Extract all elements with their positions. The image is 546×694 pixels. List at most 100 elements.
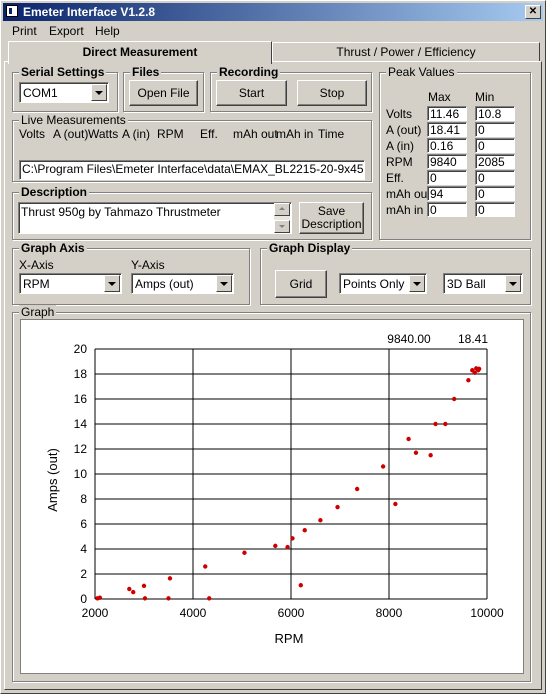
peak-max-field[interactable]: 18.41 [427,122,467,137]
live-col-rpm: RPM [157,127,184,141]
start-button[interactable]: Start [216,80,287,106]
menu-export[interactable]: Export [49,24,84,38]
data-point [127,586,132,592]
y-tick-label: 8 [80,492,87,506]
peak-row-label: mAh out [386,187,431,201]
data-point [380,464,386,469]
stop-button[interactable]: Stop [297,80,367,106]
y-tick-label: 6 [80,517,87,531]
peak-min-field[interactable]: 0 [475,122,515,137]
live-col-a-in: A (in) [122,127,151,141]
readout-y: 18.41 [458,332,488,346]
peak-min-field[interactable]: 2085 [475,154,515,169]
data-point [141,583,147,589]
data-point [206,596,212,601]
peak-values-title: Peak Values [386,65,457,79]
data-point [242,550,247,555]
tab-thrust-power-efficiency[interactable]: Thrust / Power / Efficiency [272,42,540,62]
close-button[interactable]: ✕ [525,5,541,19]
live-col-volts: Volts [19,127,46,141]
data-point [318,518,323,523]
y-tick-label: 0 [80,592,87,606]
data-point [298,583,303,588]
graph-title: Graph [19,305,57,319]
data-point [302,528,307,533]
file-path-field[interactable]: C:\Program Files\Emeter Interface\data\E… [19,160,365,180]
serial-port-select[interactable]: COM1 [19,82,109,103]
y-tick-label: 2 [80,567,87,581]
x-axis-title: RPM [275,631,304,646]
app-icon [6,5,18,17]
readout-x: 9840.00 [387,332,431,346]
description-textarea[interactable]: Thrust 950g by Tahmazo Thrustmeter [18,202,292,234]
x-tick-label: 8000 [376,606,403,620]
serial-port-value: COM1 [23,86,58,100]
peak-row-label: Eff. [386,171,404,185]
graph-display-title: Graph Display [267,241,353,255]
scroll-up-icon[interactable] [274,203,290,216]
live-col-mah-out: mAh out [233,127,278,141]
peak-max-field[interactable]: 0 [427,202,467,217]
peak-min-field[interactable]: 0 [475,202,515,217]
open-file-button[interactable]: Open File [129,80,198,106]
x-tick-label: 6000 [278,606,305,620]
peak-min-field[interactable]: 10.8 [475,106,515,121]
description-title: Description [19,185,90,199]
peak-min-field[interactable]: 0 [475,138,515,153]
save-description-button[interactable]: Save Description [299,202,364,234]
data-point [393,501,398,507]
data-point [142,596,148,601]
peak-max-field[interactable]: 94 [427,186,467,201]
y-tick-label: 14 [74,417,88,431]
live-measurements-title: Live Measurements [19,113,128,127]
files-title: Files [130,65,162,79]
y-axis-select[interactable]: Amps (out) [131,273,234,294]
graph-area: 9840.00 18.41 0 2 4 6 8 10 12 14 16 18 20 2000 4000 6… [20,319,524,674]
x-axis-select[interactable]: RPM [19,273,122,294]
y-axis-value: Amps (out) [135,277,194,291]
x-tick-label: 4000 [180,606,207,620]
description-scrollbar[interactable] [274,203,290,233]
chevron-down-icon[interactable] [104,275,120,292]
peak-min-field[interactable]: 0 [475,170,515,185]
y-axis-label: Y-Axis [131,258,165,272]
y-tick-label: 16 [74,392,88,406]
peak-row-label: RPM [386,155,413,169]
window-title: Emeter Interface V1.2.8 [23,5,156,19]
grid-button[interactable]: Grid [275,270,327,298]
data-point [476,366,482,372]
peak-row-label: Volts [386,107,413,121]
chevron-down-icon[interactable] [216,275,232,292]
x-tick-label: 10000 [470,606,504,620]
live-col-eff: Eff. [200,127,218,141]
chevron-down-icon[interactable] [505,275,521,292]
scroll-down-icon[interactable] [274,220,290,233]
x-axis-value: RPM [23,277,50,291]
marker-style-select[interactable]: 3D Ball [443,273,523,294]
data-point [335,504,340,510]
menu-help[interactable]: Help [95,24,120,38]
serial-settings-title: Serial Settings [19,65,107,79]
peak-max-field[interactable]: 9840 [427,154,467,169]
tab-direct-measurement[interactable]: Direct Measurement [8,41,272,64]
title-bar[interactable]: Emeter Interface V1.2.8 ✕ [3,3,543,21]
recording-title: Recording [217,65,281,79]
plot-style-select[interactable]: Points Only [339,273,427,294]
peak-max-header: Max [428,90,451,104]
data-point [203,564,208,569]
peak-max-field[interactable]: 0.16 [427,138,467,153]
data-point [290,536,295,541]
live-col-a-out: A (out) [53,127,89,141]
peak-min-field[interactable]: 0 [475,186,515,201]
chevron-down-icon[interactable] [91,84,107,101]
data-point [131,589,136,595]
data-point [166,596,171,601]
menu-bar: Print Export Help [3,22,543,40]
chevron-down-icon[interactable] [409,275,425,292]
live-col-mah-in: mAh in [276,127,314,141]
menu-print[interactable]: Print [12,24,37,38]
peak-max-field[interactable]: 11.46 [427,106,467,121]
peak-max-field[interactable]: 0 [427,170,467,185]
data-point [97,595,103,600]
data-point [433,421,438,427]
